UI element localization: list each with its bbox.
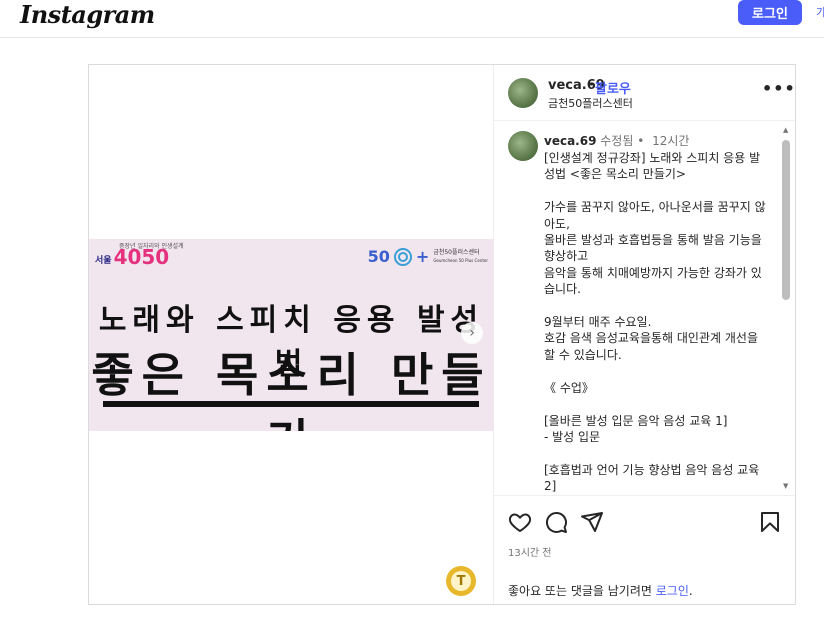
edited-label: 수정됨 [600,134,634,148]
seoul-4050-logo: 중장년 일자리와 인생설계 서울 4050 [95,243,184,269]
logo-tagline: 중장년 일자리와 인생설계 [119,243,184,250]
banner-underline [103,401,479,407]
caption-separator: • [637,134,645,148]
heart-icon[interactable] [508,510,532,534]
scroll-up-icon[interactable]: ▲ [783,126,788,134]
caption-avatar[interactable] [508,131,538,161]
post-image[interactable]: 중장년 일자리와 인생설계 서울 4050 50 + 금천50플러스센터 Geum… [89,239,494,431]
post-media: 중장년 일자리와 인생설계 서울 4050 50 + 금천50플러스센터 Geum… [89,65,494,604]
logo-center-en: Geumcheon 50 Plus Center [433,257,488,263]
logo-plus-text: + [415,247,430,266]
bookmark-icon[interactable] [758,510,782,534]
login-prompt: 좋아요 또는 댓글을 남기려면 로그인. [508,582,693,599]
header-separator: • [588,78,595,91]
signup-link[interactable]: 가 [816,4,824,20]
caption-scroll-area[interactable]: veca.69 수정됨 • 12시간 [인생설계 정규강좌] 노래와 스피치 응… [494,122,795,494]
t-badge-icon: T [451,571,471,591]
logo-seoul-text: 서울 [95,255,112,266]
caption-meta: veca.69 수정됨 • 12시간 [544,132,689,149]
scroll-thumb[interactable] [782,140,790,300]
banner-title: 좋은 목소리 만들기 [91,348,492,431]
post-time[interactable]: 13시간 전 [508,544,552,559]
logo-center-ko: 금천50플러스센터 [433,248,480,256]
top-navbar: Instagram 로그인 가 [0,0,824,38]
caption-username[interactable]: veca.69 [544,134,596,148]
next-image-button[interactable]: › [461,322,483,344]
location-link[interactable]: 금천50플러스센터 [548,95,633,111]
comment-icon[interactable] [544,510,568,534]
caption-time[interactable]: 12시간 [652,134,689,148]
post-side-panel: veca.69 • 팔로우 금천50플러스센터 ••• veca.69 수정됨 … [494,65,795,604]
login-button[interactable]: 로그인 [738,0,802,25]
avatar[interactable] [508,78,538,108]
post-actions: 13시간 전 좋아요 또는 댓글을 남기려면 로그인. [494,495,795,604]
logo-50-text: 50 [367,247,390,266]
login-prompt-suffix: . [688,584,693,598]
send-icon[interactable] [580,510,604,534]
login-link[interactable]: 로그인 [656,584,689,598]
target-icon [393,247,412,266]
login-prompt-text: 좋아요 또는 댓글을 남기려면 [508,584,652,598]
geumcheon-50plus-logo: 50 + 금천50플러스센터 Geumcheon 50 Plus Center [368,247,488,266]
post-container: 중장년 일자리와 인생설계 서울 4050 50 + 금천50플러스센터 Geum… [88,64,796,605]
caption-text: [인생설계 정규강좌] 노래와 스피치 응용 발성법 <좋은 목소리 만들기> … [544,151,766,494]
chevron-right-icon: › [469,325,475,341]
caption-scrollbar[interactable]: ▲ ▼ [780,122,792,494]
logo-center-name: 금천50플러스센터 Geumcheon 50 Plus Center [433,249,488,265]
translate-badge[interactable]: T [446,566,476,596]
more-options-icon[interactable]: ••• [762,79,796,98]
post-header: veca.69 • 팔로우 금천50플러스센터 ••• [494,65,795,121]
scroll-down-icon[interactable]: ▼ [783,482,788,490]
instagram-logo[interactable]: Instagram [20,0,155,29]
